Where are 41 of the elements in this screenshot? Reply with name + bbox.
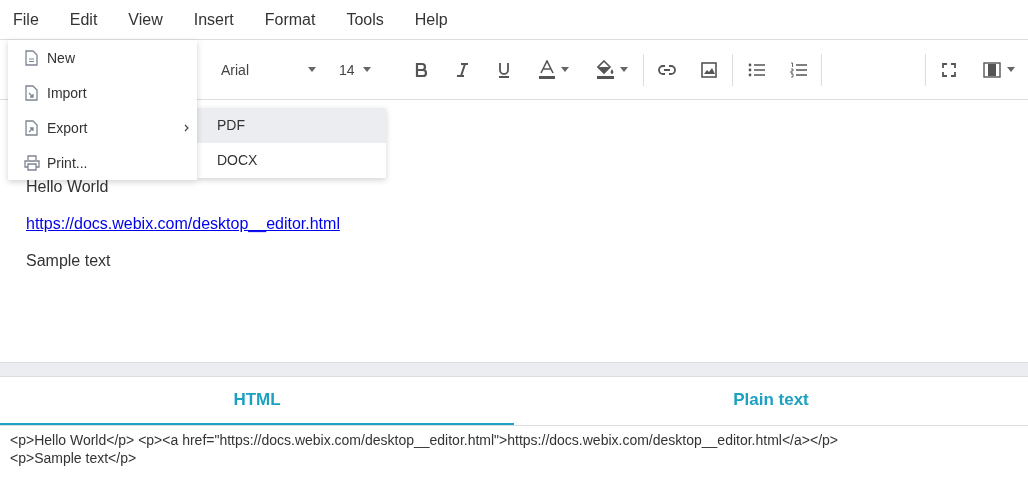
underline-icon	[497, 61, 511, 78]
paragraph: Sample text	[26, 251, 111, 271]
menu-item[interactable]: DOCX	[197, 143, 386, 178]
bullet-list-icon	[747, 61, 765, 78]
caret-icon	[1007, 67, 1015, 72]
menu-item[interactable]: Import	[8, 75, 197, 110]
font-size-select[interactable]: 14	[339, 61, 399, 78]
caret-icon	[362, 67, 371, 72]
menu-item[interactable]: Format	[253, 7, 327, 32]
layout-icon	[983, 61, 1001, 78]
printer-icon	[24, 154, 40, 171]
fill-color-icon	[596, 60, 614, 79]
menu-item[interactable]: PDF	[197, 108, 386, 143]
import-file-icon	[24, 84, 40, 101]
caret-icon	[561, 67, 569, 72]
menu-item[interactable]: Insert	[182, 7, 245, 32]
paragraph: Hello World	[26, 177, 109, 197]
text-color-icon	[539, 60, 555, 79]
menu-item[interactable]: Help	[403, 7, 459, 32]
menu-item[interactable]: Print...	[8, 145, 197, 180]
menu-item[interactable]: File	[2, 7, 50, 32]
menu-item[interactable]: Edit	[58, 7, 109, 32]
document-icon	[24, 49, 40, 66]
code-line: <p>Hello World</p> <p><a href="https://docs.webix.com/desktop__editor.html">https://docs.webix.com/desktop__editor.html</a></p>	[10, 431, 838, 449]
caret-icon	[308, 67, 316, 72]
menu-item[interactable]: View	[117, 7, 174, 32]
menu-item[interactable]: New	[8, 40, 197, 75]
link[interactable]: https://docs.webix.com/desktop__editor.html	[26, 215, 340, 232]
numbered-list-icon	[789, 61, 807, 78]
font-select[interactable]: Arial	[221, 61, 322, 78]
fullscreen-icon	[942, 62, 956, 77]
italic-icon	[455, 61, 469, 78]
image-icon	[701, 61, 717, 78]
menu-item[interactable]: Tools	[335, 7, 395, 32]
code-line: <p>Sample text</p>	[10, 449, 137, 467]
splitter-bar[interactable]	[0, 362, 1028, 377]
caret-icon	[619, 67, 628, 72]
link-icon	[658, 62, 676, 77]
export-file-icon	[24, 119, 40, 136]
bold-icon	[413, 61, 427, 78]
menu-item[interactable]: Export	[8, 110, 197, 145]
